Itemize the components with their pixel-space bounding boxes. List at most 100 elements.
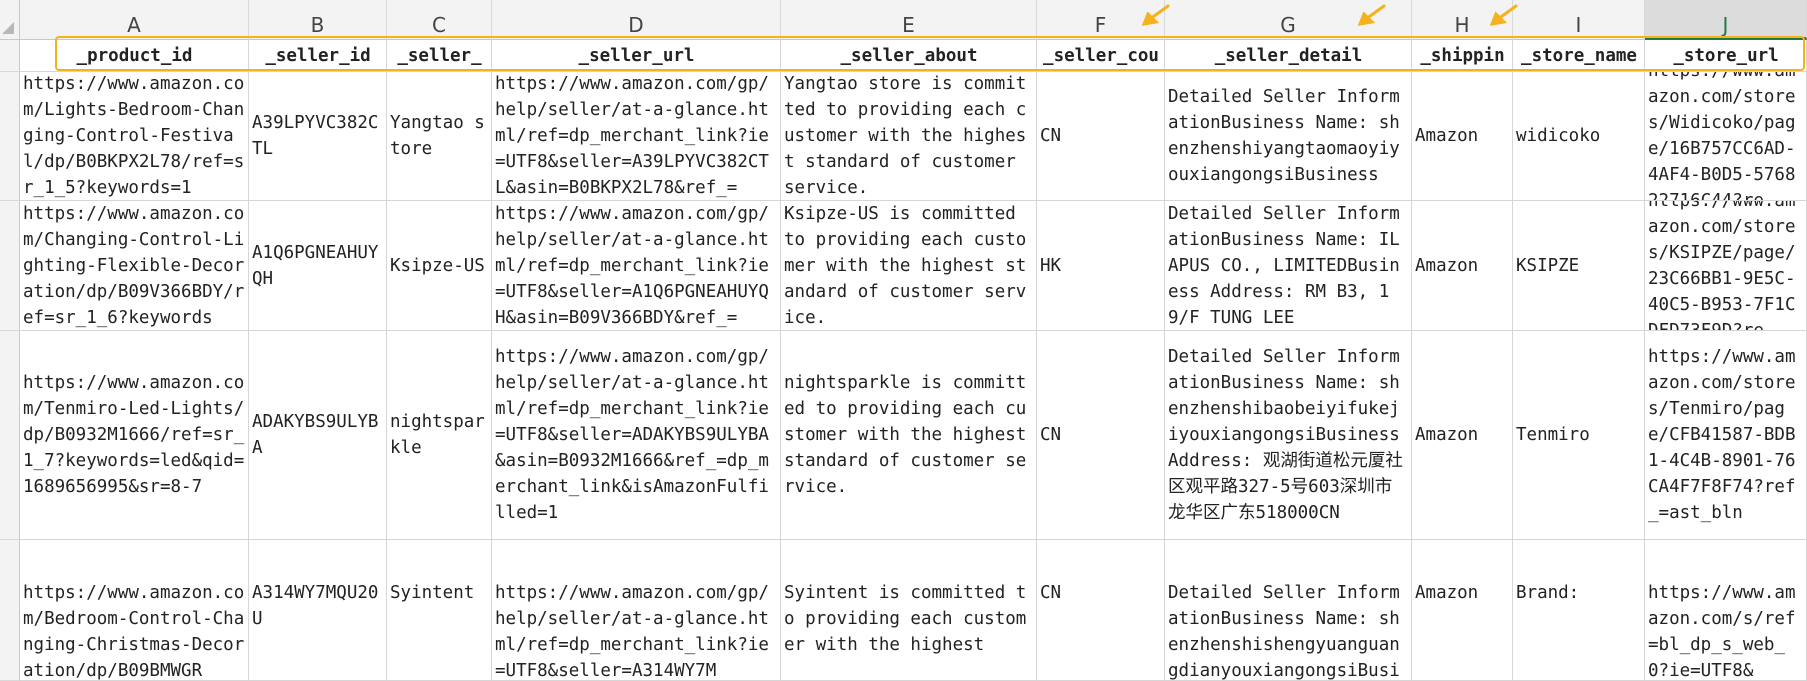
data-cell[interactable]: CN [1037,331,1165,540]
column-header-d[interactable]: D [492,0,781,40]
row-header-4[interactable] [0,331,20,540]
row-header-5[interactable] [0,540,20,681]
data-cell[interactable]: Brand: [1513,540,1645,681]
cell-text: ADAKYBS9ULYBA [252,412,379,458]
data-cell[interactable]: nightsparkle [387,331,492,540]
data-cell[interactable]: Ksipze-US [387,201,492,331]
cell-text: A314WY7MQU20U [252,583,379,629]
cell-text: https://www.amazon.com/Tenmiro-Led-Light… [23,373,245,497]
cell-text: https://www.amazon.com/Changing-Control-… [23,203,245,328]
data-cell[interactable]: https://www.amazon.com/Changing-Control-… [20,201,249,331]
cell-text: A39LPYVC382CTL [252,113,379,159]
data-cell[interactable]: Syintent [387,540,492,681]
data-cell[interactable]: Detailed Seller InformationBusiness Name… [1165,331,1412,540]
data-cell[interactable]: A1Q6PGNEAHUYQH [249,201,387,331]
cell-text: https://www.amazon.com/gp/help/seller/at… [495,347,769,523]
annotation-arrow-icon [1490,4,1518,26]
field-header-cell[interactable]: _seller_url [492,40,781,72]
cell-text: nightsparkle is committed to providing e… [784,373,1037,497]
cell-text: https://www.amazon.com/gp/help/seller/at… [495,583,769,681]
field-header-text: _seller_ [397,46,482,66]
field-header-text: _seller_detail [1214,46,1363,66]
row-header-2[interactable] [0,72,20,201]
data-cell[interactable]: Yangtao store [387,72,492,201]
data-cell[interactable]: widicoko [1513,72,1645,201]
data-cell[interactable]: CN [1037,540,1165,681]
data-cell[interactable]: https://www.amazon.com/s/ref=bl_dp_s_web… [1645,540,1807,681]
data-cell[interactable]: https://www.amazon.com/gp/help/seller/at… [492,540,781,681]
cell-text: https://www.amazon.com/gp/help/seller/at… [495,74,769,198]
field-header-cell[interactable]: _store_url [1645,40,1807,72]
data-cell[interactable]: Detailed Seller InformationBusiness Name… [1165,72,1412,201]
data-cell[interactable]: Syintent is committed to providing each … [781,540,1037,681]
annotation-arrow-icon [1142,4,1170,26]
cell-text: A1Q6PGNEAHUYQH [252,242,379,289]
field-header-cell[interactable]: _seller_ [387,40,492,72]
data-cell[interactable]: Detailed Seller InformationBusiness Name… [1165,201,1412,331]
cell-text: CN [1040,126,1062,146]
cell-text: Ksipze-US [390,255,485,276]
cell-text: Yangtao store is committed to providing … [784,74,1027,198]
data-cell[interactable]: nightsparkle is committed to providing e… [781,331,1037,540]
cell-text: https://www.amazon.com/s/ref=bl_dp_s_web… [1648,583,1796,681]
column-header-c[interactable]: C [387,0,492,40]
select-all-triangle-icon [2,22,14,34]
field-header-text: _store_url [1673,46,1779,66]
data-cell[interactable]: KSIPZE [1513,201,1645,331]
data-cell[interactable]: Tenmiro [1513,331,1645,540]
data-cell[interactable]: Amazon [1412,540,1513,681]
data-cell[interactable]: https://www.amazon.com/gp/help/seller/at… [492,72,781,201]
data-cell[interactable]: https://www.amazon.com/gp/help/seller/at… [492,201,781,331]
cell-text: https://www.amazon.com/Bedroom-Control-C… [23,583,245,681]
row-header-3[interactable] [0,201,20,331]
data-cell[interactable]: https://www.amazon.com/Tenmiro-Led-Light… [20,331,249,540]
cell-text: Detailed Seller InformationBusiness Name… [1168,347,1411,523]
cell-text: https://www.amazon.com/stores/Widicoko/p… [1648,72,1796,201]
data-cell[interactable]: Yangtao store is committed to providing … [781,72,1037,201]
cell-text: HK [1040,255,1062,276]
data-cell[interactable]: Detailed Seller InformationBusiness Name… [1165,540,1412,681]
cell-text: widicoko [1516,126,1601,146]
field-header-cell[interactable]: _shippin [1412,40,1513,72]
column-header-e[interactable]: E [781,0,1037,40]
select-all-corner[interactable] [0,0,20,40]
data-cell[interactable]: Ksipze-US is committed to providing each… [781,201,1037,331]
row-header-1[interactable] [0,40,20,72]
column-header-j[interactable]: J [1645,0,1807,40]
data-cell[interactable]: A314WY7MQU20U [249,540,387,681]
field-header-text: _seller_url [578,46,695,66]
data-cell[interactable]: HK [1037,201,1165,331]
data-cell[interactable]: ADAKYBS9ULYBA [249,331,387,540]
annotation-arrow-icon [1358,4,1386,26]
data-cell[interactable]: https://www.amazon.com/stores/Widicoko/p… [1645,72,1807,201]
data-cell[interactable]: A39LPYVC382CTL [249,72,387,201]
spreadsheet-grid: ABCDEFGHIJ _product_id _seller_id _seller_… [0,0,1807,681]
field-header-text: _seller_about [840,46,978,66]
column-header-a[interactable]: A [20,0,249,40]
data-cell[interactable]: CN [1037,72,1165,201]
cell-text: https://www.amazon.com/stores/KSIPZE/pag… [1648,201,1796,331]
cell-text: Detailed Seller InformationBusiness Name… [1168,87,1400,185]
cell-text: https://www.amazon.com/stores/Tenmiro/pa… [1648,347,1796,523]
column-header-b[interactable]: B [249,0,387,40]
data-cell[interactable]: https://www.amazon.com/Lights-Bedroom-Ch… [20,72,249,201]
field-header-cell[interactable]: _seller_detail [1165,40,1412,72]
data-cell[interactable]: Amazon [1412,72,1513,201]
field-header-cell[interactable]: _product_id [20,40,249,72]
field-header-cell[interactable]: _seller_id [249,40,387,72]
data-cell[interactable]: https://www.amazon.com/Bedroom-Control-C… [20,540,249,681]
column-header-i[interactable]: I [1513,0,1645,40]
data-cell[interactable]: https://www.amazon.com/gp/help/seller/at… [492,331,781,540]
field-header-cell[interactable]: _seller_cou [1037,40,1165,72]
field-header-cell[interactable]: _seller_about [781,40,1037,72]
data-cell[interactable]: https://www.amazon.com/stores/Tenmiro/pa… [1645,331,1807,540]
field-header-text: _store_name [1521,46,1637,66]
data-cell[interactable]: Amazon [1412,331,1513,540]
data-cell[interactable]: Amazon [1412,201,1513,331]
cell-text: https://www.amazon.com/gp/help/seller/at… [495,203,769,328]
field-header-cell[interactable]: _store_name [1513,40,1645,72]
data-cell[interactable]: https://www.amazon.com/stores/KSIPZE/pag… [1645,201,1807,331]
cell-text: nightsparkle [390,412,485,458]
cell-text: Brand: [1516,583,1580,603]
cell-text: Yangtao store [390,113,485,159]
